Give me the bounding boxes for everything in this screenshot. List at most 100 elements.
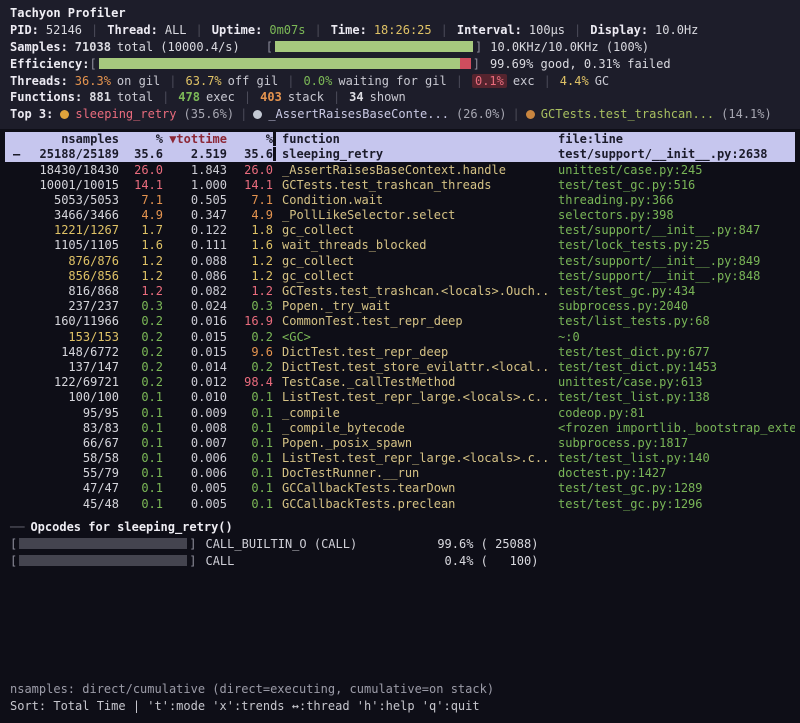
table-row[interactable]: 66/67 0.1 0.007 0.1 Popen._posix_spawn s… (5, 435, 795, 450)
table-row[interactable]: 95/95 0.1 0.009 0.1 _compile codeop.py:8… (5, 405, 795, 420)
table-row[interactable]: 45/48 0.1 0.005 0.1 GCCallbackTests.prec… (5, 496, 795, 511)
table-row[interactable]: 47/47 0.1 0.005 0.1 GCCallbackTests.tear… (5, 481, 795, 496)
top3-third-name[interactable]: GCTests.test_trashcan... (541, 107, 714, 121)
opcode-stat: 99.6% ( 25088) (420, 537, 538, 551)
pid-value: 52146 (46, 23, 82, 37)
cumtime-pct-cell: 0.1 (227, 451, 273, 465)
table-row[interactable]: 55/79 0.1 0.006 0.1 DocTestRunner.__run … (5, 466, 795, 481)
samples-bar-fill (275, 41, 473, 52)
cumtime-pct-cell: 0.2 (227, 330, 273, 344)
tottime-cell: 0.014 (163, 360, 227, 374)
samples-count: 71038 (75, 40, 111, 54)
threads-exc-value: 0.1% (472, 74, 507, 88)
opcode-frequency-bar (19, 538, 187, 549)
bar-close-bracket: ] (189, 537, 196, 551)
interval-label: Interval: (457, 23, 522, 37)
opcode-name: CALL_BUILTIN_O (CALL) (205, 537, 420, 551)
table-row[interactable]: 10001/10015 14.1 1.000 14.1 GCTests.test… (5, 177, 795, 192)
bar-open-bracket: [ (89, 57, 96, 71)
function-cell: DictTest.test_repr_deep (273, 345, 550, 359)
table-row[interactable]: 148/6772 0.2 0.015 9.6 DictTest.test_rep… (5, 344, 795, 359)
col-header-cumtime-pct[interactable]: % (227, 132, 273, 146)
tottime-pct-cell: 26.0 (119, 163, 163, 177)
function-cell: GCTests.test_trashcan.<locals>.Ouch... (273, 284, 550, 298)
app-title: Tachyon Profiler (10, 6, 126, 20)
gold-medal-icon (60, 110, 69, 119)
header-panel: Tachyon Profiler PID: 52146 | Thread: AL… (0, 0, 800, 129)
functions-exec-text: exec (206, 90, 235, 104)
file-line-cell: threading.py:366 (550, 193, 795, 207)
top3-line: Top 3: sleeping_retry (35.6%) | _AssertR… (10, 106, 790, 123)
cumtime-pct-cell: 1.2 (227, 254, 273, 268)
col-header-tottime-sorted[interactable]: ▼tottime (163, 132, 227, 146)
table-row[interactable]: 25188/25189 35.6 2.519 35.6 sleeping_ret… (5, 147, 795, 162)
table-row[interactable]: 18430/18430 26.0 1.843 26.0 _AssertRaise… (5, 162, 795, 177)
tottime-pct-cell: 0.1 (119, 421, 163, 435)
table-row[interactable]: 816/868 1.2 0.082 1.2 GCTests.test_trash… (5, 283, 795, 298)
nsamples-cell: 100/100 (5, 390, 119, 404)
efficiency-summary: 99.69% good, 0.31% failed (490, 57, 671, 71)
table-row[interactable]: 3466/3466 4.9 0.347 4.9 _PollLikeSelecto… (5, 208, 795, 223)
col-header-file-line[interactable]: file:line (550, 132, 795, 146)
interval-value: 100µs (529, 23, 565, 37)
threads-waiting-text: waiting for gil (338, 74, 446, 88)
separator: | (574, 23, 581, 37)
bar-close-bracket: ] (475, 40, 482, 54)
cumtime-pct-cell: 1.8 (227, 223, 273, 237)
thread-value[interactable]: ALL (165, 23, 187, 37)
table-row[interactable]: 5053/5053 7.1 0.505 7.1 Condition.wait t… (5, 192, 795, 207)
file-line-cell: codeop.py:81 (550, 406, 795, 420)
table-row[interactable]: 876/876 1.2 0.088 1.2 gc_collect test/su… (5, 253, 795, 268)
tottime-pct-cell: 0.2 (119, 314, 163, 328)
table-header-row[interactable]: nsamples % ▼tottime % function file:line (5, 132, 795, 147)
tottime-pct-cell: 1.2 (119, 254, 163, 268)
tottime-pct-cell: 0.2 (119, 360, 163, 374)
nsamples-cell: 137/147 (5, 360, 119, 374)
threads-label: Threads: (10, 74, 68, 88)
table-row[interactable]: 83/83 0.1 0.008 0.1 _compile_bytecode <f… (5, 420, 795, 435)
threads-gc-text: GC (595, 74, 609, 88)
function-cell: CommonTest.test_repr_deep (273, 314, 550, 328)
file-line-cell: doctest.py:1427 (550, 466, 795, 480)
tottime-pct-cell: 1.2 (119, 269, 163, 283)
function-cell: ListTest.test_repr_large.<locals>.c... (273, 390, 550, 404)
opcodes-title: Opcodes for sleeping_retry() (30, 520, 232, 534)
file-line-cell: test/test_list.py:140 (550, 451, 795, 465)
nsamples-cell: 10001/10015 (5, 178, 119, 192)
tottime-pct-cell: 7.1 (119, 193, 163, 207)
functions-total-value: 881 (89, 90, 111, 104)
threads-waiting-value: 0.0% (303, 74, 332, 88)
table-row[interactable]: 137/147 0.2 0.014 0.2 DictTest.test_stor… (5, 359, 795, 374)
separator: | (333, 90, 340, 104)
function-cell: _compile_bytecode (273, 421, 550, 435)
table-row[interactable]: 122/69721 0.2 0.012 98.4 TestCase._callT… (5, 375, 795, 390)
keybindings-line: Sort: Total Time | 't':mode 'x':trends ↔… (10, 698, 494, 715)
top3-second-name[interactable]: _AssertRaisesBaseConte... (268, 107, 449, 121)
table-row[interactable]: 58/58 0.1 0.006 0.1 ListTest.test_repr_l… (5, 451, 795, 466)
col-header-function[interactable]: function (273, 132, 550, 146)
function-cell: gc_collect (273, 223, 550, 237)
separator: | (544, 74, 551, 88)
tottime-pct-cell: 14.1 (119, 178, 163, 192)
cumtime-pct-cell: 0.1 (227, 421, 273, 435)
functions-shown-value: 34 (349, 90, 363, 104)
function-cell: <GC> (273, 330, 550, 344)
col-header-nsamples[interactable]: nsamples (5, 132, 119, 146)
opcode-stat: 0.4% ( 100) (420, 554, 538, 568)
legend-line: nsamples: direct/cumulative (direct=exec… (10, 681, 494, 698)
table-body: 25188/25189 35.6 2.519 35.6 sleeping_ret… (5, 147, 795, 512)
nsamples-cell: 55/79 (5, 466, 119, 480)
table-row[interactable]: 856/856 1.2 0.086 1.2 gc_collect test/su… (5, 268, 795, 283)
top3-first-name[interactable]: sleeping_retry (75, 107, 176, 121)
table-row[interactable]: 100/100 0.1 0.010 0.1 ListTest.test_repr… (5, 390, 795, 405)
table-row[interactable]: 1105/1105 1.6 0.111 1.6 wait_threads_blo… (5, 238, 795, 253)
table-row[interactable]: 1221/1267 1.7 0.122 1.8 gc_collect test/… (5, 223, 795, 238)
tottime-pct-cell: 0.1 (119, 497, 163, 511)
cumtime-pct-cell: 26.0 (227, 163, 273, 177)
separator: | (169, 74, 176, 88)
table-row[interactable]: 160/11966 0.2 0.016 16.9 CommonTest.test… (5, 314, 795, 329)
separator: | (287, 74, 294, 88)
table-row[interactable]: 153/153 0.2 0.015 0.2 <GC> ~:0 (5, 329, 795, 344)
col-header-tottime-pct[interactable]: % (119, 132, 163, 146)
table-row[interactable]: 237/237 0.3 0.024 0.3 Popen._try_wait su… (5, 299, 795, 314)
